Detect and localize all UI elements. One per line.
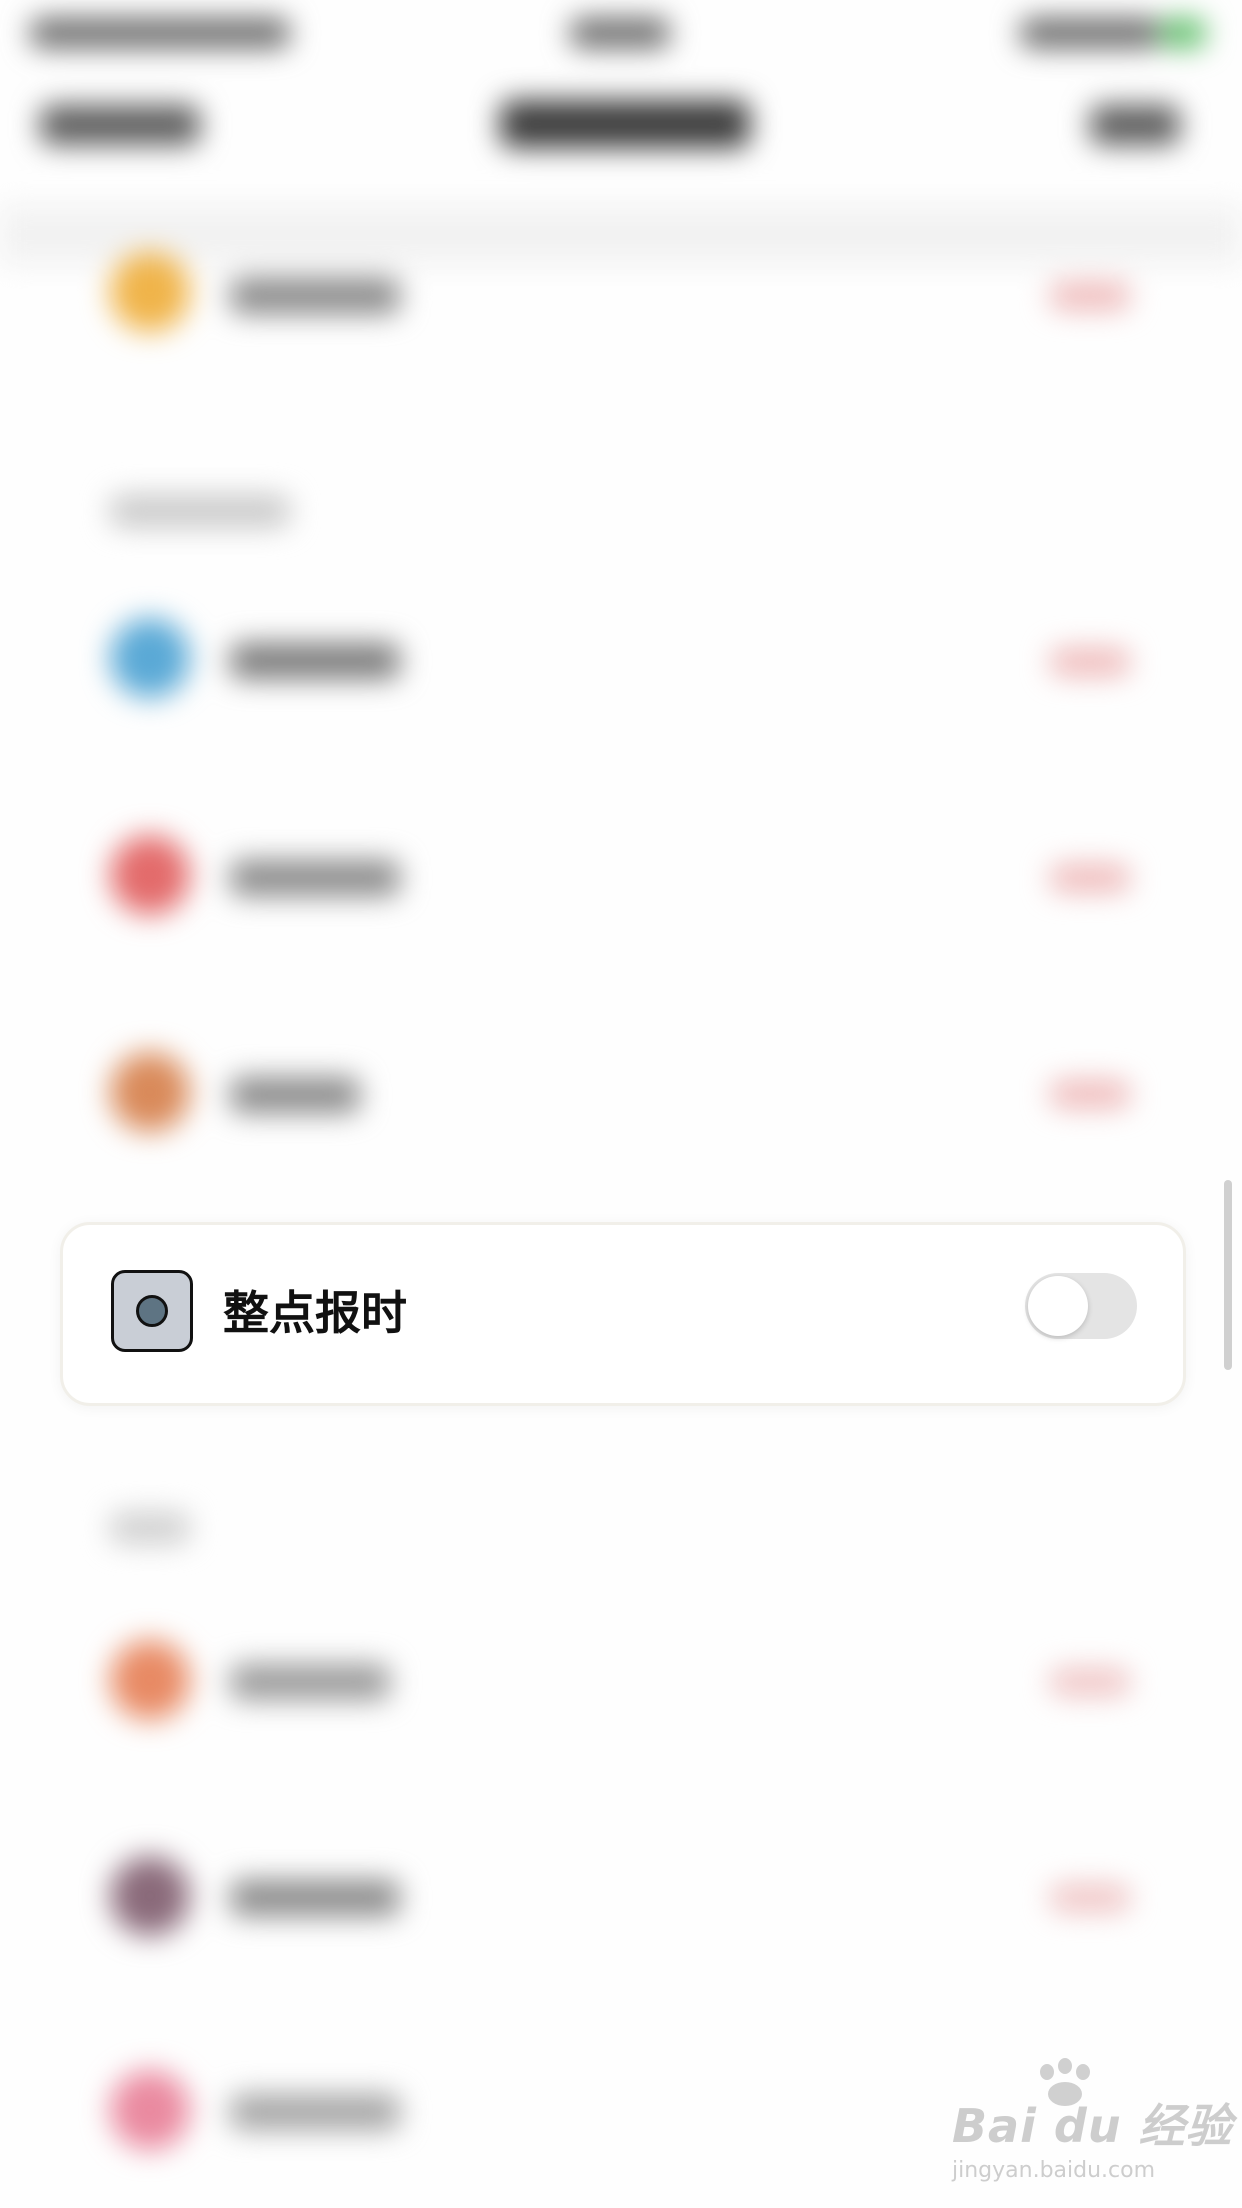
- row-label-3: [230, 860, 400, 896]
- nav-right-button[interactable]: [1090, 105, 1180, 145]
- hourly-chime-label: 整点报时: [223, 1286, 407, 1340]
- watermark-url: jingyan.baidu.com: [952, 2158, 1156, 2183]
- section-header-1: [110, 495, 290, 527]
- section-header-2: [110, 1512, 190, 1544]
- row-icon-6: [110, 1856, 190, 1936]
- watermark-brand: Bai du 经验: [952, 2099, 1233, 2153]
- page-title: [500, 100, 750, 148]
- nav-divider: [0, 205, 1242, 265]
- row-icon-7: [110, 2070, 190, 2150]
- baidu-watermark: Bai du 经验 jingyan.baidu.com: [952, 2090, 1233, 2183]
- row-value-2: [1050, 648, 1130, 676]
- hourly-chime-toggle[interactable]: [1025, 1273, 1137, 1339]
- status-bar-time: [570, 18, 670, 48]
- row-icon-4: [110, 1052, 190, 1132]
- row-label-4: [230, 1077, 360, 1113]
- row-value-5: [1050, 1668, 1130, 1696]
- scrollbar[interactable]: [1224, 1180, 1232, 1370]
- row-icon-5: [110, 1640, 190, 1720]
- status-bar-left: [30, 18, 290, 48]
- row-value-6: [1050, 1884, 1130, 1912]
- row-label-2: [230, 643, 400, 679]
- blurred-background: [0, 0, 1242, 2208]
- row-icon-2: [110, 618, 190, 698]
- hourly-chime-card: 整点报时: [60, 1222, 1186, 1406]
- record-icon: [111, 1270, 193, 1352]
- row-value-1: [1050, 282, 1130, 310]
- row-label-6: [230, 1880, 400, 1916]
- row-value-4: [1050, 1080, 1130, 1108]
- battery-icon: [1160, 18, 1206, 48]
- back-button[interactable]: [40, 105, 200, 145]
- row-label-7: [230, 2094, 400, 2130]
- row-icon-3: [110, 835, 190, 915]
- toggle-knob: [1028, 1276, 1088, 1336]
- record-dot-icon: [136, 1295, 168, 1327]
- row-label-5: [230, 1664, 390, 1700]
- status-bar-right: [1020, 18, 1160, 48]
- row-label-1: [230, 278, 400, 314]
- row-value-3: [1050, 864, 1130, 892]
- row-icon-1: [110, 252, 190, 332]
